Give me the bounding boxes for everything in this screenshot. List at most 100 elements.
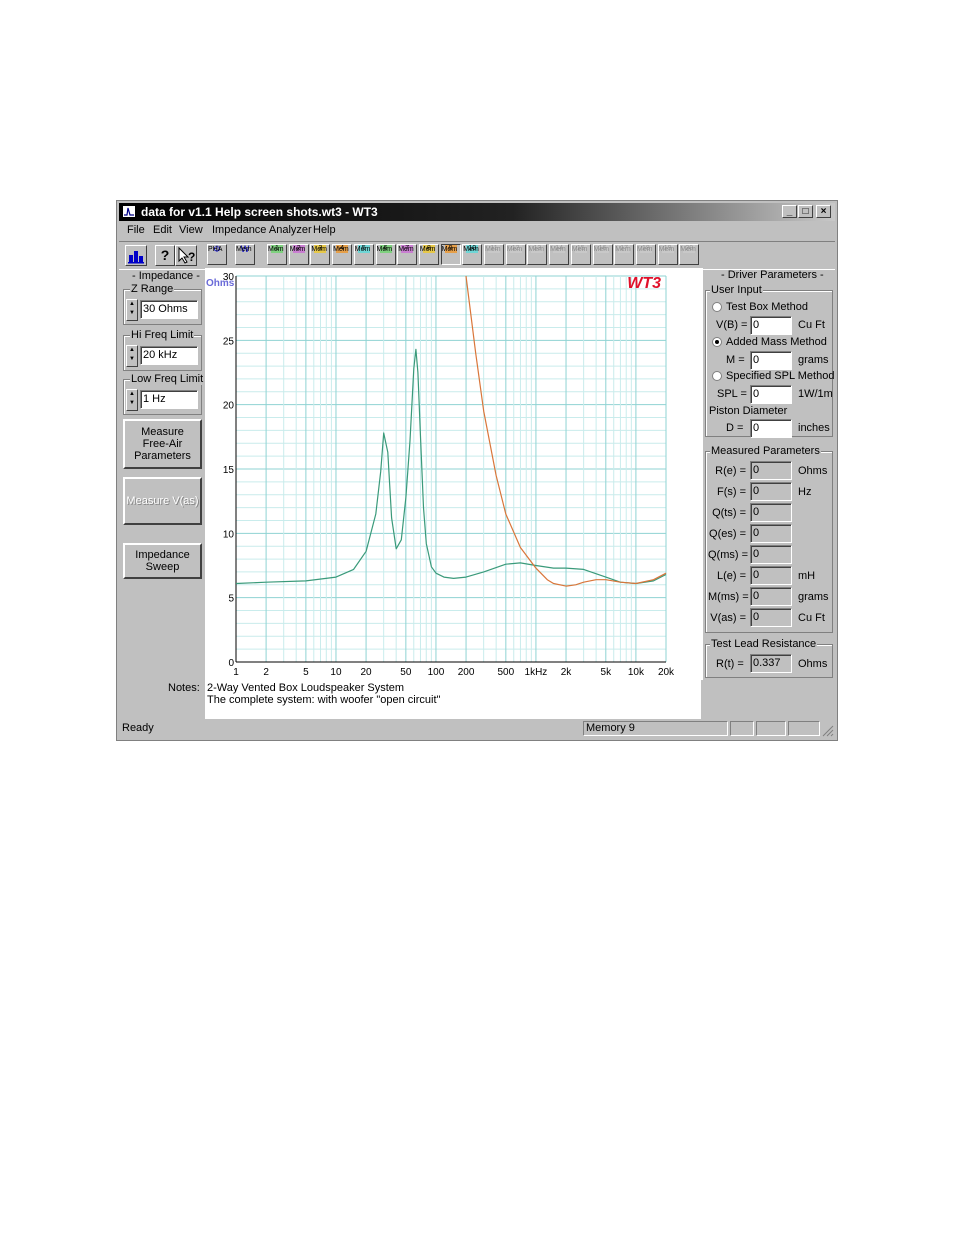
memory-16-button[interactable]: Mem 16 (592, 244, 613, 265)
memory-label: Mem (354, 246, 371, 253)
minimize-button[interactable]: _ (782, 205, 797, 218)
measured-parameters-group: Measured Parameters R(e) = 0 Ohms F(s) = 0 Hz… (705, 445, 833, 633)
hi-freq-group: Hi Freq Limit ▲ ▼ 20 kHz (123, 329, 202, 371)
menu-view[interactable]: View (179, 224, 203, 236)
menu-file[interactable]: File (127, 224, 145, 236)
spl-method-label: Specified SPL Method (726, 370, 835, 382)
param-label: V(as) = (710, 612, 746, 624)
memory-20-button[interactable]: Mem 20 (679, 244, 700, 265)
spl-method-radio[interactable] (712, 371, 722, 381)
menu-edit[interactable]: Edit (153, 224, 172, 236)
hi-freq-field[interactable]: 20 kHz (140, 346, 198, 365)
wt3-logo: WT3 (627, 275, 661, 292)
memory-9-button[interactable]: Mem 9 (440, 244, 461, 265)
series-line-1 (235, 348, 667, 585)
z-range-group: Z Range ▲ ▼ 30 Ohms (123, 283, 202, 325)
memory-3-button[interactable]: Mem 3 (310, 244, 331, 265)
memory-1-button[interactable]: Mem 1 (267, 244, 287, 265)
param-label: L(e) = (716, 570, 746, 582)
piston-label: Piston Diameter (709, 405, 788, 417)
m-field[interactable]: 0 (750, 351, 792, 370)
param-label: Q(ms) = (708, 549, 749, 561)
test-lead-group: Test Lead Resistance R(t) = 0.337 Ohms (705, 638, 833, 678)
added-mass-label: Added Mass Method (726, 336, 827, 348)
x-tick-label: 20k (658, 667, 675, 678)
memory-11-button[interactable]: Mem 11 (484, 244, 504, 265)
z-range-field[interactable]: 30 Ohms (140, 300, 198, 319)
param-value: 0 (750, 566, 792, 585)
x-tick-label: 1kHz (525, 667, 548, 678)
notes-label: Notes: (168, 682, 200, 694)
test-box-radio[interactable] (712, 302, 722, 312)
low-freq-spinner[interactable]: ▲ ▼ (126, 389, 138, 411)
spl-field[interactable]: 0 (750, 385, 792, 404)
m-unit: grams (798, 354, 829, 366)
vb-unit: Cu Ft (798, 319, 825, 331)
memory-8-button[interactable]: Mem 8 (418, 244, 439, 265)
m-label: M = (726, 354, 745, 366)
memory-13-button[interactable]: Mem 13 (527, 244, 548, 265)
menu-help[interactable]: Help (313, 224, 336, 236)
memory-18-button[interactable]: Mem 18 (635, 244, 656, 265)
measured-parameters-label: Measured Parameters (710, 445, 821, 457)
help-icon[interactable]: ? (155, 245, 175, 266)
memory-15-button[interactable]: Mem 15 (570, 244, 591, 265)
hi-freq-spinner[interactable]: ▲ ▼ (126, 345, 138, 367)
app-icon (122, 205, 136, 218)
memory-4-button[interactable]: Mem 4 (332, 244, 353, 265)
memory-label: Mem (550, 246, 566, 253)
memory-2-button[interactable]: Mem 2 (288, 244, 309, 265)
low-freq-label: Low Freq Limit (130, 373, 205, 385)
hi-freq-label: Hi Freq Limit (130, 329, 195, 341)
chart-svg: 051015202530Ohms1 2 5 10 20 50 100 200 500 1kHz 2k… (206, 272, 675, 678)
memory-label: Mem (268, 246, 284, 253)
chart-view-button[interactable] (125, 245, 147, 266)
y-tick-label: 15 (223, 465, 235, 476)
z-range-label: Z Range (130, 283, 175, 295)
d-field[interactable]: 0 (750, 419, 792, 438)
measure-free-air-button[interactable]: Measure Free-Air Parameters (123, 419, 202, 469)
close-button[interactable]: × (816, 205, 831, 218)
param-value: 0 (750, 482, 792, 501)
low-freq-group: Low Freq Limit ▲ ▼ 1 Hz (123, 373, 205, 415)
y-tick-label: 10 (223, 529, 235, 540)
param-unit: Hz (798, 486, 812, 498)
memory-7-button[interactable]: Mem 7 (397, 244, 418, 265)
z-range-spinner[interactable]: ▲ ▼ (126, 299, 138, 321)
memory-label: Mem (311, 246, 327, 253)
resize-grip-icon[interactable] (820, 723, 834, 737)
param-unit: Ohms (798, 465, 828, 477)
menu-impedance-analyzer[interactable]: Impedance Analyzer (212, 224, 312, 236)
measure-vas-button[interactable]: Measure V(as) (123, 477, 202, 525)
maximize-button[interactable]: □ (798, 205, 813, 218)
added-mass-radio[interactable] (712, 337, 722, 347)
status-cell-1 (730, 721, 754, 736)
memory-6-button[interactable]: Mem 6 (375, 244, 396, 265)
impedance-sweep-button[interactable]: Impedance Sweep (123, 543, 202, 579)
param-label: F(s) = (716, 486, 746, 498)
memory-17-button[interactable]: Mem 17 (614, 244, 635, 265)
rt-field: 0.337 (750, 654, 792, 673)
mem-w-button[interactable]: Mem W (235, 244, 255, 265)
context-help-icon[interactable]: ? (175, 245, 197, 266)
notes-line-2: The complete system: with woofer "open c… (207, 694, 441, 706)
pha-button[interactable]: PHA Φ (207, 244, 227, 265)
vb-field[interactable]: 0 (750, 316, 792, 335)
notes-field[interactable]: 2-Way Vented Box Loudspeaker System The … (205, 680, 701, 719)
memory-label: Mem (680, 246, 696, 253)
x-tick-label: 20 (361, 667, 373, 678)
memory-14-button[interactable]: Mem 14 (549, 244, 570, 265)
spl-label: SPL = (717, 388, 747, 400)
memory-5-button[interactable]: Mem 5 (353, 244, 374, 265)
memory-19-button[interactable]: Mem 19 (657, 244, 678, 265)
low-freq-field[interactable]: 1 Hz (140, 390, 198, 409)
driver-parameters-panel: - Driver Parameters - User Input Test Bo… (703, 268, 835, 720)
memory-12-button[interactable]: Mem 12 (505, 244, 526, 265)
user-input-label: User Input (710, 284, 763, 296)
vb-label: V(B) = (716, 319, 748, 331)
y-tick-label: 20 (223, 401, 235, 412)
memory-label: Mem (485, 246, 501, 253)
memory-label: Mem (333, 246, 349, 253)
status-bar: Ready Memory 9 (119, 720, 835, 738)
memory-10-button[interactable]: Mem 10 (462, 244, 483, 265)
